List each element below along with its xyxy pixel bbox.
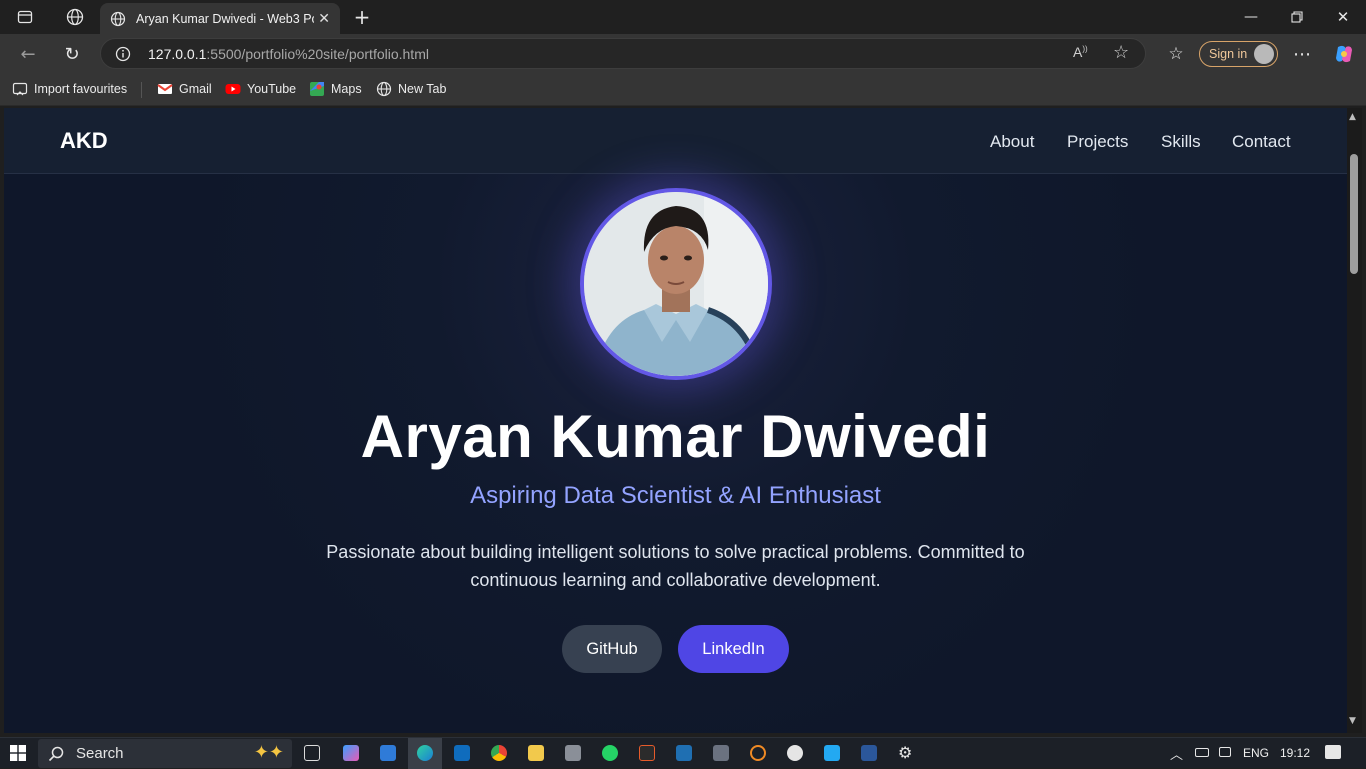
- notifications-icon[interactable]: [1325, 745, 1341, 759]
- url-path: :5500/portfolio%20site/portfolio.html: [206, 45, 429, 62]
- scroll-thumb[interactable]: [1350, 154, 1358, 274]
- windows-taskbar: Search ✦✦ ⚙ ︿ ENG 19:12: [0, 737, 1366, 769]
- jupyter-icon[interactable]: [750, 745, 766, 761]
- close-tab-icon[interactable]: ✕: [318, 11, 330, 27]
- browser-title-bar: Aryan Kumar Dwivedi - Web3 Por ✕ + — ✕: [0, 0, 1366, 34]
- favorites-bar: Import favourites Gmail YouTube Maps New…: [0, 74, 1366, 106]
- hero-subtitle: Aspiring Data Scientist & AI Enthusiast: [470, 482, 881, 509]
- chatgpt-icon[interactable]: [787, 745, 803, 761]
- vscode-icon[interactable]: [824, 745, 840, 761]
- outlook-icon[interactable]: [454, 745, 470, 761]
- more-options-icon[interactable]: ⋯: [1286, 38, 1318, 70]
- taskbar-search[interactable]: Search ✦✦: [38, 739, 292, 768]
- profile-photo: [580, 188, 772, 380]
- workspaces-globe-icon[interactable]: [58, 0, 92, 34]
- search-placeholder: Search: [76, 745, 124, 762]
- read-aloud-icon[interactable]: A)): [1073, 44, 1088, 60]
- computer-icon[interactable]: [565, 745, 581, 761]
- browser-toolbar: ← ↻ 127.0.0.1:5500/portfolio%20site/port…: [0, 34, 1366, 74]
- network-app-icon[interactable]: [676, 745, 692, 761]
- url-host: 127.0.0.1: [148, 45, 207, 62]
- search-icon: [48, 746, 64, 761]
- back-arrow-icon[interactable]: ←: [12, 38, 44, 70]
- camera-icon[interactable]: [1219, 747, 1231, 757]
- site-navbar: AKD About Projects Skills Contact: [4, 108, 1347, 174]
- refresh-icon[interactable]: ↻: [56, 38, 88, 70]
- start-windows-icon[interactable]: [10, 745, 26, 766]
- tray-chevron-up-icon[interactable]: ︿: [1170, 744, 1183, 763]
- page-scrollbar[interactable]: ▲ ▼: [1347, 108, 1362, 733]
- site-info-icon[interactable]: [115, 46, 131, 62]
- hero-section: Aryan Kumar Dwivedi Aspiring Data Scient…: [4, 174, 1347, 733]
- sign-in-button[interactable]: Sign in: [1199, 41, 1278, 67]
- whatsapp-icon[interactable]: [602, 745, 618, 761]
- battery-icon[interactable]: [1195, 748, 1209, 757]
- new-tab-icon[interactable]: +: [350, 0, 374, 34]
- copilot-icon[interactable]: [1328, 38, 1360, 70]
- bookmark-maps[interactable]: Maps: [309, 81, 362, 97]
- tab-actions-icon[interactable]: [8, 0, 42, 34]
- bookmark-label: Import favourites: [34, 82, 128, 96]
- address-bar[interactable]: 127.0.0.1:5500/portfolio%20site/portfoli…: [100, 38, 1146, 69]
- gmail-icon: [157, 84, 173, 94]
- youtube-icon: [225, 84, 241, 94]
- copilot-taskbar-icon[interactable]: [343, 745, 359, 761]
- scroll-up-icon[interactable]: ▲: [1349, 112, 1356, 122]
- favorite-star-icon[interactable]: ☆: [1113, 42, 1129, 63]
- profile-avatar-icon: [1254, 44, 1274, 64]
- tab-title: Aryan Kumar Dwivedi - Web3 Por: [136, 11, 314, 26]
- linkedin-button[interactable]: LinkedIn: [678, 625, 789, 673]
- sparkle-icon: ✦✦: [253, 742, 284, 763]
- nav-link-projects[interactable]: Projects: [1067, 132, 1128, 152]
- bookmark-new-tab[interactable]: New Tab: [376, 81, 446, 97]
- clock-time[interactable]: 19:12: [1280, 746, 1310, 760]
- close-window-icon[interactable]: ✕: [1328, 0, 1358, 34]
- bookmark-label: Maps: [331, 82, 362, 96]
- site-logo[interactable]: AKD: [60, 128, 108, 154]
- active-tab[interactable]: Aryan Kumar Dwivedi - Web3 Por ✕: [100, 3, 340, 34]
- hero-description: Passionate about building intelligent so…: [326, 542, 1025, 590]
- file-explorer-icon[interactable]: [528, 745, 544, 761]
- bookmark-gmail[interactable]: Gmail: [157, 81, 212, 97]
- scroll-down-icon[interactable]: ▼: [1349, 716, 1356, 726]
- bookmark-label: Gmail: [179, 82, 212, 96]
- edge-icon[interactable]: [417, 745, 433, 761]
- nav-link-about[interactable]: About: [990, 132, 1034, 152]
- bookmark-label: New Tab: [398, 82, 447, 96]
- bookmark-import-favourites[interactable]: Import favourites: [12, 81, 127, 97]
- minimize-icon[interactable]: —: [1236, 0, 1266, 34]
- maps-icon: [310, 82, 324, 96]
- globe-icon: [376, 81, 392, 97]
- nav-link-skills[interactable]: Skills: [1161, 132, 1201, 152]
- word-icon[interactable]: [861, 745, 877, 761]
- hero-name: Aryan Kumar Dwivedi: [360, 403, 991, 470]
- chrome-icon[interactable]: [491, 745, 507, 761]
- bookmark-label: YouTube: [247, 82, 297, 96]
- github-button[interactable]: GitHub: [562, 625, 662, 673]
- nav-link-contact[interactable]: Contact: [1232, 132, 1291, 152]
- settings-gear-icon[interactable]: ⚙: [898, 743, 912, 762]
- app-icon[interactable]: [639, 745, 655, 761]
- task-view-icon[interactable]: [304, 745, 320, 761]
- favorites-icon[interactable]: ☆: [1160, 38, 1192, 70]
- restore-icon[interactable]: [1282, 0, 1312, 34]
- bookmark-youtube[interactable]: YouTube: [225, 81, 296, 97]
- globe-icon: [110, 11, 126, 26]
- language-indicator[interactable]: ENG: [1243, 746, 1269, 760]
- store-icon[interactable]: [380, 745, 396, 761]
- web-page: AKD About Projects Skills Contact Aryan …: [4, 108, 1347, 733]
- sign-in-label: Sign in: [1209, 47, 1248, 61]
- bookmark-divider: [141, 82, 142, 98]
- import-icon: [12, 82, 28, 96]
- calculator-icon[interactable]: [713, 745, 729, 761]
